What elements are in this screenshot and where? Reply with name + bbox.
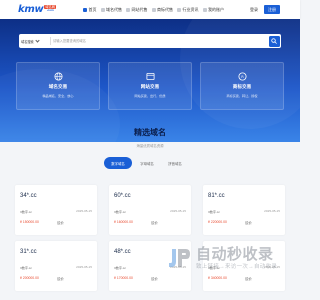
- nav-home[interactable]: 首页: [83, 0, 97, 19]
- search-button[interactable]: [268, 35, 280, 47]
- service-card-domain[interactable]: 域名交易 精品域名，安全，放心: [16, 62, 100, 110]
- domain-price: ¥ 200000.00: [20, 276, 39, 280]
- domain-price: ¥ 340000.00: [208, 276, 227, 280]
- top-header: kmw 域名网 .com 首页 域名代售 网站代售 商标代售 行业资讯 我的账户…: [0, 0, 300, 19]
- domain-name: 31*.cc: [20, 249, 37, 255]
- search-input[interactable]: [53, 34, 278, 48]
- domain-category: 3数字.cc: [20, 210, 32, 214]
- service-subtitle: 精品域名，安全，放心: [42, 93, 74, 98]
- search-type-select[interactable]: 域名搜索: [21, 37, 45, 45]
- domain-name: 34*.cc: [20, 193, 37, 199]
- nav-label: 域名代售: [106, 6, 122, 12]
- trademark-icon: [151, 7, 156, 12]
- domain-price: ¥ 220000.00: [208, 220, 227, 224]
- service-title: 商标交易: [232, 84, 252, 89]
- register-button[interactable]: 注册: [264, 5, 280, 14]
- nav-website-sale[interactable]: 网站代售: [126, 0, 148, 19]
- domain-price: ¥ 170000.00: [114, 276, 133, 280]
- domain-category: 3数字.cc: [20, 266, 32, 270]
- divider: [50, 37, 51, 45]
- browser-icon: [145, 72, 155, 81]
- service-subtitle: 商标买卖，转让，授权: [226, 93, 258, 98]
- domain-status: 议价: [245, 277, 252, 281]
- service-card-trademark[interactable]: R 商标交易 商标买卖，转让，授权: [200, 62, 284, 110]
- nav-label: 行业资讯: [182, 6, 199, 12]
- login-link[interactable]: 登录: [250, 7, 258, 13]
- search-type-value: 域名搜索: [21, 39, 34, 44]
- service-title: 网站交易: [140, 84, 160, 89]
- watermark: 自动秒收录 致上链接→来访一次→自动收录: [166, 243, 296, 275]
- domain-status: 议价: [151, 221, 158, 225]
- featured-title: 精选域名: [134, 128, 166, 137]
- trademark-icon: R: [237, 72, 247, 81]
- nav-domain-sale[interactable]: 域名代售: [100, 0, 122, 19]
- domain-date: 2025-05-15: [264, 209, 280, 213]
- nav-label: 网站代售: [131, 6, 148, 12]
- domain-name: 60*.cc: [114, 193, 131, 199]
- domain-status: 议价: [151, 277, 158, 281]
- domain-card[interactable]: 81*.cc 3数字.cc 2025-05-15 ¥ 220000.00 议价: [203, 185, 285, 235]
- globe-icon: [53, 72, 63, 81]
- nav-news[interactable]: 行业资讯: [177, 0, 199, 19]
- browser-icon: [126, 7, 130, 12]
- domain-category: 3数字.cc: [208, 210, 220, 214]
- domain-card[interactable]: 34*.cc 3数字.cc 2025-05-15 ¥ 150000.00 议价: [15, 185, 97, 235]
- domain-category: 3数字.cc: [114, 266, 126, 270]
- featured-tabs: 数字域名 字母域名 拼音域名: [104, 157, 196, 169]
- domain-price: ¥ 150000.00: [20, 220, 39, 224]
- service-subtitle: 网站买卖，出行，优质: [134, 93, 166, 98]
- featured-subtitle: 海量优质域名资源: [136, 144, 164, 148]
- nav-label: 首页: [88, 6, 97, 12]
- logo-text: kmw: [18, 3, 44, 15]
- service-title: 域名交易: [48, 84, 68, 89]
- svg-text:R: R: [241, 75, 244, 79]
- main-nav: 首页 域名代售 网站代售 商标代售 行业资讯 我的账户: [83, 0, 224, 19]
- service-cards: 域名交易 精品域名，安全，放心 网站交易 网站买卖，出行，优质 R 商标交易 商…: [16, 62, 284, 110]
- nav-account[interactable]: 我的账户: [202, 0, 224, 19]
- domain-name: 81*.cc: [208, 193, 225, 199]
- service-card-website[interactable]: 网站交易 网站买卖，出行，优质: [108, 62, 192, 110]
- domain-status: 议价: [245, 221, 252, 225]
- user-icon: [202, 7, 207, 12]
- site-logo[interactable]: kmw 域名网 .com: [18, 3, 56, 15]
- watermark-subtitle: 致上链接→来访一次→自动收录: [196, 264, 278, 270]
- watermark-logo-icon: [169, 249, 190, 267]
- tab-numeric-domains[interactable]: 数字域名: [104, 157, 132, 169]
- chevron-down-icon: [35, 38, 40, 43]
- domain-status: 议价: [57, 277, 64, 281]
- search-icon: [271, 38, 277, 44]
- domain-date: 2025-05-15: [76, 265, 92, 269]
- domain-card[interactable]: 60*.cc 3数字.cc 2025-05-15 ¥ 160000.00 议价: [109, 185, 191, 235]
- tab-letter-domains[interactable]: 字母域名: [134, 157, 160, 169]
- domain-name: 48*.cc: [114, 249, 131, 255]
- domain-date: 2025-05-15: [76, 209, 92, 213]
- nav-label: 商标代售: [157, 6, 173, 12]
- tab-pinyin-domains[interactable]: 拼音域名: [162, 157, 188, 169]
- logo-badge: 域名网 .com: [44, 5, 56, 13]
- domain-card[interactable]: 31*.cc 3数字.cc 2025-05-15 ¥ 200000.00 议价: [15, 241, 97, 291]
- watermark-title: 自动秒收录: [196, 246, 274, 263]
- search-bar: 域名搜索: [19, 34, 281, 48]
- nav-label: 我的账户: [208, 6, 224, 12]
- news-icon: [177, 7, 181, 12]
- domain-status: 议价: [57, 221, 64, 225]
- domain-date: 2025-05-15: [170, 209, 186, 213]
- domain-price: ¥ 160000.00: [114, 220, 133, 224]
- home-icon: [83, 7, 87, 12]
- nav-trademark-sale[interactable]: 商标代售: [151, 0, 173, 19]
- globe-icon: [100, 7, 105, 12]
- logo-domain-text: .com: [46, 8, 54, 13]
- domain-category: 3数字.cc: [114, 210, 126, 214]
- hero-banner: 域名搜索 域名交易 精品域名，安全，放心 网站交易 网站买卖，出行，优质: [0, 19, 300, 142]
